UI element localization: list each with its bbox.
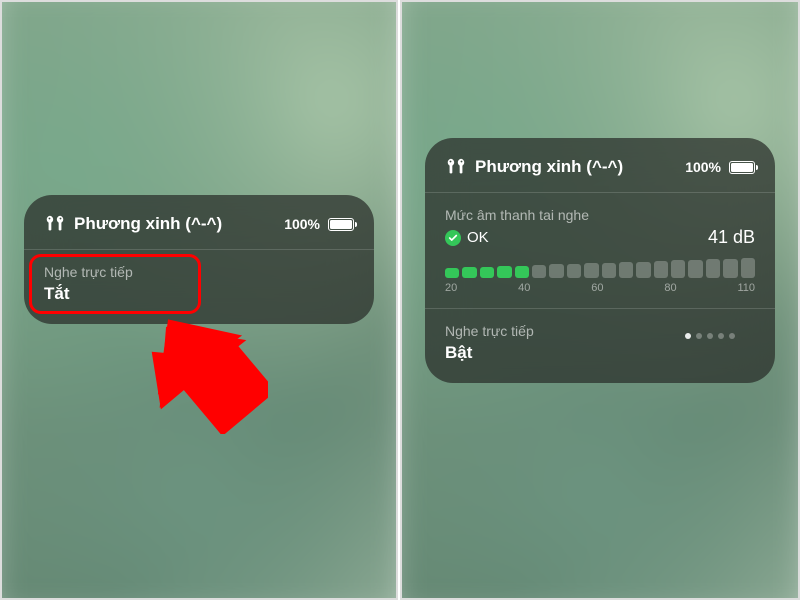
meter-bar	[741, 258, 755, 278]
right-panel: Phương xinh (^-^) 100% Mức âm thanh tai …	[400, 0, 800, 600]
left-panel: Phương xinh (^-^) 100% Nghe trực tiếp Tắ…	[0, 0, 398, 600]
level-dot	[729, 333, 735, 339]
meter-bar	[602, 263, 616, 278]
meter-bar	[706, 259, 720, 278]
scale-tick: 80	[664, 282, 676, 294]
db-value: 41 dB	[708, 227, 755, 248]
meter-bar	[549, 264, 563, 278]
status-ok: OK	[467, 229, 702, 246]
card-header: Phương xinh (^-^) 100%	[445, 156, 755, 178]
headphone-level-status-row: OK 41 dB	[445, 227, 755, 248]
live-listen-row[interactable]: Nghe trực tiếp Bật	[445, 323, 755, 363]
live-listen-label: Nghe trực tiếp	[44, 264, 354, 280]
divider	[24, 249, 374, 250]
meter-bar	[480, 267, 494, 278]
scale-tick: 60	[591, 282, 603, 294]
meter-bar	[515, 266, 529, 278]
hearing-control-expanded-card[interactable]: Phương xinh (^-^) 100% Mức âm thanh tai …	[425, 138, 775, 383]
live-listen-value: Tắt	[44, 284, 354, 304]
meter-bar	[532, 265, 546, 278]
meter-bar	[445, 268, 459, 278]
divider	[425, 308, 775, 309]
meter-bar	[462, 267, 476, 278]
card-header: Phương xinh (^-^) 100%	[44, 213, 354, 235]
meter-bar	[688, 260, 702, 278]
battery-icon	[328, 218, 354, 231]
battery-icon	[729, 161, 755, 174]
scale-tick: 20	[445, 282, 457, 294]
device-name: Phương xinh (^-^)	[475, 157, 677, 177]
battery-percent: 100%	[284, 216, 320, 232]
meter-bar	[723, 259, 737, 278]
divider	[425, 192, 775, 193]
battery-percent: 100%	[685, 159, 721, 175]
meter-bar	[636, 262, 650, 278]
live-listen-value: Bật	[445, 343, 755, 363]
meter-bar	[567, 264, 581, 278]
headphone-level-label: Mức âm thanh tai nghe	[445, 207, 755, 223]
level-dot	[718, 333, 724, 339]
airpods-icon	[44, 213, 66, 235]
meter-bar	[654, 261, 668, 278]
meter-bar	[584, 263, 598, 278]
device-name: Phương xinh (^-^)	[74, 214, 276, 234]
meter-bar	[671, 260, 685, 278]
live-listen-level-dots	[685, 333, 735, 339]
annotation-arrow-icon	[140, 305, 260, 425]
level-scale: 20 40 60 80 110	[445, 282, 755, 294]
scale-tick: 110	[737, 282, 755, 294]
level-dot	[696, 333, 702, 339]
scale-tick: 40	[518, 282, 530, 294]
meter-bar	[619, 262, 633, 278]
level-meter	[445, 256, 755, 278]
live-listen-row[interactable]: Nghe trực tiếp Tắt	[44, 264, 354, 304]
checkmark-icon	[445, 230, 461, 246]
level-dot	[707, 333, 713, 339]
level-dot	[685, 333, 691, 339]
airpods-icon	[445, 156, 467, 178]
meter-bar	[497, 266, 511, 278]
